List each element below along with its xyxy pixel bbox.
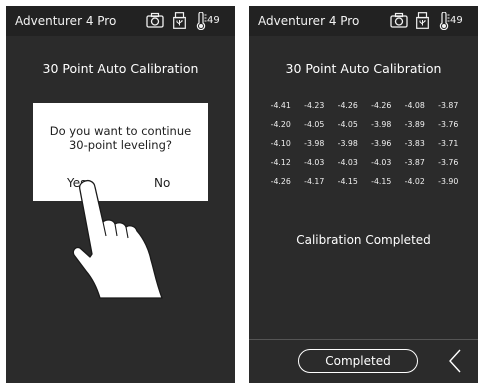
calibration-value: -4.03 (371, 158, 392, 167)
calibration-value: -4.26 (371, 101, 392, 110)
calibration-value: -3.98 (304, 139, 325, 148)
calibration-value: -3.89 (404, 120, 425, 129)
calibration-value: -4.23 (304, 101, 325, 110)
calibration-value: -4.12 (270, 158, 291, 167)
calibration-value: -4.03 (337, 158, 358, 167)
usb-icon (173, 12, 186, 29)
calibration-status: Calibration Completed (296, 233, 431, 247)
calibration-value: -4.05 (337, 120, 358, 129)
status-bar: Adventurer 4 Pro 49 (6, 6, 235, 36)
calibration-table: -4.41 -4.23 -4.26 -4.26 -4.08 -3.87 -4.20 -4.05… (264, 96, 465, 191)
calibration-value: -3.90 (438, 177, 459, 186)
calibration-value: -3.87 (404, 158, 425, 167)
usb-icon (416, 12, 429, 29)
calibration-row: -4.20 -4.05 -4.05 -3.98 -3.89 -3.76 (264, 115, 465, 134)
calibration-value: -4.20 (270, 120, 291, 129)
calibration-value: -4.26 (270, 177, 291, 186)
calibration-row: -4.41 -4.23 -4.26 -4.26 -4.08 -3.87 (264, 96, 465, 115)
thermometer-icon (196, 12, 207, 30)
calibration-value: -3.83 (404, 139, 425, 148)
calibration-value: -4.15 (337, 177, 358, 186)
right-printer-screen: Adventurer 4 Pro 49 30 Point Auto Calibr… (249, 6, 478, 383)
page-title: 30 Point Auto Calibration (285, 61, 442, 76)
dialog-message-line2: 30-point leveling? (68, 138, 172, 152)
calibration-table-body: -4.41 -4.23 -4.26 -4.26 -4.08 -3.87 -4.20 -4.05… (264, 96, 465, 191)
camera-icon[interactable] (146, 12, 164, 28)
calibration-value: -3.87 (438, 101, 459, 110)
dialog-message-line1: Do you want to continue (49, 124, 192, 138)
calibration-value: -3.96 (371, 139, 392, 148)
calibration-value: -4.26 (337, 101, 358, 110)
camera-icon[interactable] (390, 12, 408, 28)
calibration-value: -3.98 (371, 120, 392, 129)
page-title: 30 Point Auto Calibration (42, 61, 199, 76)
calibration-row: -4.26 -4.17 -4.15 -4.15 -4.02 -3.90 (264, 172, 465, 191)
nozzle-temperature: 49 (450, 15, 463, 26)
status-bar: Adventurer 4 Pro 49 (249, 6, 478, 36)
calibration-value: -4.17 (304, 177, 325, 186)
pointing-hand-icon (72, 180, 163, 299)
calibration-value: -3.76 (438, 120, 459, 129)
thermometer-icon (439, 12, 450, 30)
calibration-row: -4.10 -3.98 -3.98 -3.96 -3.83 -3.71 (264, 134, 465, 153)
calibration-value: -4.02 (404, 177, 425, 186)
calibration-value: -4.41 (270, 101, 291, 110)
left-printer-screen: Adventurer 4 Pro 49 30 Point Auto Calibr… (6, 6, 235, 383)
bottom-bar: Completed (249, 339, 478, 383)
calibration-value: -4.05 (304, 120, 325, 129)
nozzle-temperature: 49 (207, 15, 220, 26)
calibration-value: -4.03 (304, 158, 325, 167)
completed-button[interactable]: Completed (298, 349, 418, 373)
dialog-message: Do you want to continue 30-point levelin… (33, 124, 208, 152)
calibration-value: -3.76 (438, 158, 459, 167)
calibration-value: -4.08 (404, 101, 425, 110)
calibration-value: -4.10 (270, 139, 291, 148)
printer-name: Adventurer 4 Pro (15, 14, 117, 28)
calibration-row: -4.12 -4.03 -4.03 -4.03 -3.87 -3.76 (264, 153, 465, 172)
printer-name: Adventurer 4 Pro (258, 14, 360, 28)
calibration-value: -4.15 (371, 177, 392, 186)
calibration-value: -3.98 (337, 139, 358, 148)
chevron-left-icon[interactable] (448, 349, 462, 373)
calibration-value: -3.71 (438, 139, 459, 148)
